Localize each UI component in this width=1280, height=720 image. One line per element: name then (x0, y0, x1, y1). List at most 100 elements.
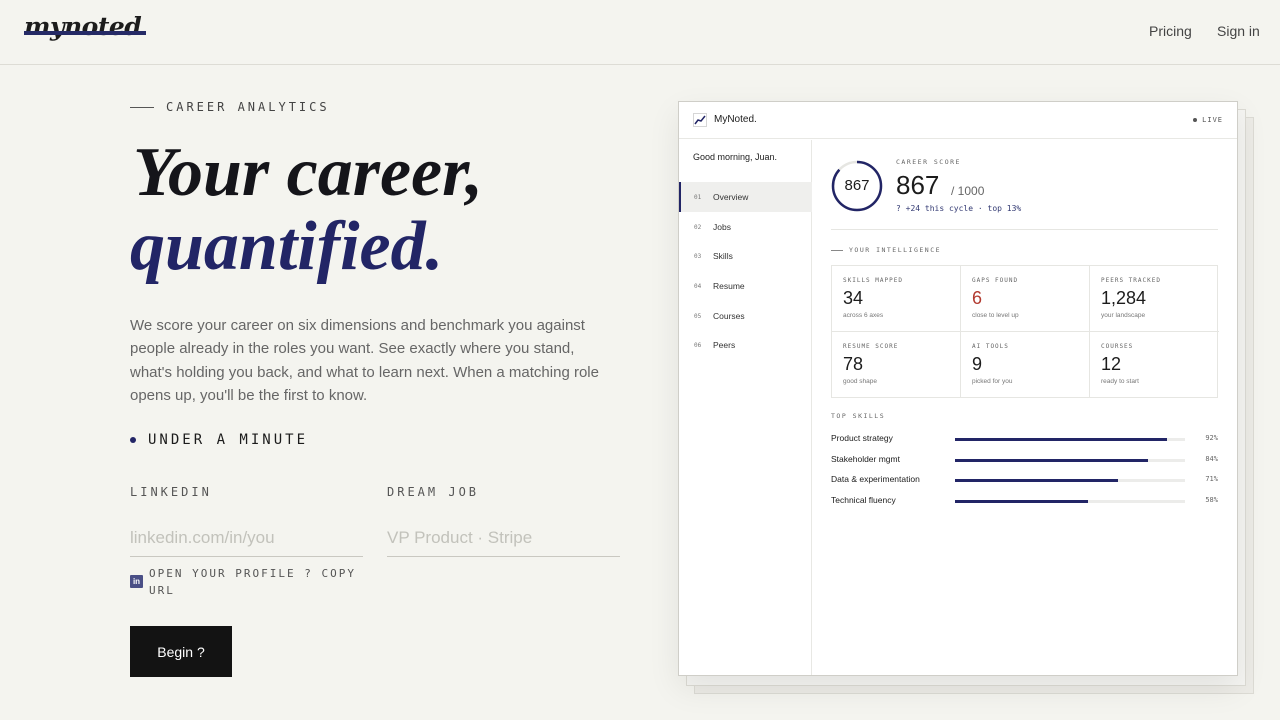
stat-value: 12 (1101, 354, 1122, 374)
skill-percent: 58% (1205, 496, 1218, 504)
begin-button[interactable]: Begin ? (130, 626, 232, 677)
linkedin-input[interactable] (130, 520, 363, 557)
intelligence-label: YOUR INTELLIGENCE (849, 246, 942, 254)
sidebar-item-skills[interactable]: 03 Skills (679, 241, 812, 271)
tagline: UNDER A MINUTE (130, 432, 308, 448)
stat-value: 34 (843, 288, 864, 308)
skill-name: Technical fluency (831, 495, 896, 505)
skill-percent: 92% (1205, 434, 1218, 442)
stat-caption: ready to start (1101, 378, 1139, 385)
skill-bar-fill (955, 479, 1119, 482)
eyebrow: CAREER ANALYTICS (130, 100, 330, 114)
sidebar-item-label: Overview (713, 192, 749, 202)
stat-label: SKILLS MAPPED (843, 277, 903, 284)
tagline-dot (130, 437, 136, 443)
top-bar: mynoted Pricing Sign in (0, 0, 1280, 65)
sidebar-item-number: 04 (694, 282, 702, 290)
mynoted-logo-icon (693, 113, 707, 127)
stat-value: 6 (972, 288, 983, 308)
sidebar-item-number: 05 (694, 312, 702, 320)
skill-percent: 84% (1205, 455, 1218, 463)
stats-grid: SKILLS MAPPED 34 across 6 axes GAPS FOUN… (831, 265, 1219, 398)
skill-row: Technical fluency 58% (831, 495, 1218, 507)
career-score-delta: ? +24 this cycle · top 13% (896, 204, 1022, 213)
stat-gaps-found[interactable]: GAPS FOUND 6 close to level up (961, 266, 1090, 332)
sidebar-item-label: Peers (713, 340, 736, 350)
dream-job-input[interactable] (387, 520, 620, 557)
stat-courses[interactable]: COURSES 12 ready to start (1090, 332, 1219, 398)
eyebrow-rule (130, 106, 154, 108)
logo[interactable]: mynoted (24, 12, 142, 41)
linkedin-icon: in (130, 575, 143, 588)
hero-title-line-1: Your career, (133, 134, 483, 211)
sidebar-item-number: 01 (694, 193, 702, 201)
stat-value: 1,284 (1101, 288, 1147, 308)
career-score-label: CAREER SCORE (896, 158, 961, 166)
skill-name: Stakeholder mgmt (831, 454, 900, 464)
logo-strike-mark (24, 31, 146, 35)
stat-label: AI TOOLS (972, 343, 1009, 350)
skill-bar-fill (955, 438, 1167, 441)
linkedin-hint: in OPEN YOUR PROFILE ? COPY URL (130, 565, 359, 599)
stat-ai-tools[interactable]: AI TOOLS 9 picked for you (961, 332, 1090, 398)
stat-value: 78 (843, 354, 864, 374)
eyebrow-text: CAREER ANALYTICS (166, 100, 330, 114)
hero-description: We score your career on six dimensions a… (130, 317, 599, 404)
divider (831, 229, 1218, 230)
skill-row: Product strategy 92% (831, 433, 1218, 445)
sidebar-item-jobs[interactable]: 02 Jobs (679, 212, 812, 242)
skill-row: Stakeholder mgmt 84% (831, 454, 1218, 466)
career-score-value: 867 (896, 170, 940, 200)
stat-resume-score[interactable]: RESUME SCORE 78 good shape (832, 332, 961, 398)
nav-pricing-link[interactable]: Pricing (1149, 23, 1192, 39)
intelligence-rule (831, 249, 843, 251)
stat-caption: your landscape (1101, 312, 1146, 319)
dashboard-header: MyNoted. LIVE (679, 102, 1237, 139)
skill-bar-track (955, 459, 1185, 462)
live-dot-icon (1193, 118, 1198, 122)
live-text: LIVE (1202, 116, 1223, 124)
intelligence-heading: YOUR INTELLIGENCE (831, 246, 941, 254)
sidebar-item-peers[interactable]: 06 Peers (679, 330, 812, 360)
skill-percent: 71% (1205, 475, 1218, 483)
sidebar-item-label: Courses (713, 311, 745, 321)
skill-bar-track (955, 438, 1185, 441)
stat-caption: across 6 axes (843, 312, 884, 319)
nav-signin-link[interactable]: Sign in (1217, 23, 1260, 39)
skill-bar-fill (955, 500, 1089, 503)
sidebar-item-number: 03 (694, 252, 702, 260)
live-indicator: LIVE (1193, 116, 1223, 124)
stat-caption: close to level up (972, 312, 1019, 319)
sidebar-item-overview[interactable]: 01 Overview (679, 182, 812, 212)
top-skills-label: TOP SKILLS (831, 412, 886, 420)
sidebar-item-resume[interactable]: 04 Resume (679, 271, 812, 301)
hero-title-line-2: quantified. (130, 208, 444, 285)
stat-label: PEERS TRACKED (1101, 277, 1161, 284)
sidebar-item-label: Resume (713, 281, 745, 291)
dashboard-preview: MyNoted. LIVE Good morning, Juan. 01 Ove… (678, 101, 1238, 676)
skill-name: Product strategy (831, 433, 893, 443)
sidebar-item-courses[interactable]: 05 Courses (679, 301, 812, 331)
dashboard-brand: MyNoted. (714, 114, 757, 125)
skill-bar-track (955, 500, 1185, 503)
stat-skills-mapped[interactable]: SKILLS MAPPED 34 across 6 axes (832, 266, 961, 332)
stat-value: 9 (972, 354, 983, 374)
greeting: Good morning, Juan. (693, 152, 778, 162)
stat-label: RESUME SCORE (843, 343, 899, 350)
stat-label: COURSES (1101, 343, 1134, 350)
stat-label: GAPS FOUND (972, 277, 1019, 284)
career-score-max: / 1000 (951, 184, 985, 198)
stat-peers-tracked[interactable]: PEERS TRACKED 1,284 your landscape (1090, 266, 1219, 332)
skill-bar-fill (955, 459, 1149, 462)
career-score-ring-value: 867 (844, 177, 870, 194)
dream-job-label: DREAM JOB (387, 485, 480, 499)
linkedin-hint-text[interactable]: OPEN YOUR PROFILE ? COPY URL (149, 565, 359, 599)
skill-bar-track (955, 479, 1185, 482)
stat-caption: good shape (843, 378, 877, 385)
stat-caption: picked for you (972, 378, 1013, 385)
sidebar-item-label: Jobs (713, 222, 731, 232)
sidebar-item-number: 06 (694, 341, 702, 349)
sidebar-item-number: 02 (694, 223, 702, 231)
skill-name: Data & experimentation (831, 474, 920, 484)
sidebar-item-label: Skills (713, 251, 733, 261)
